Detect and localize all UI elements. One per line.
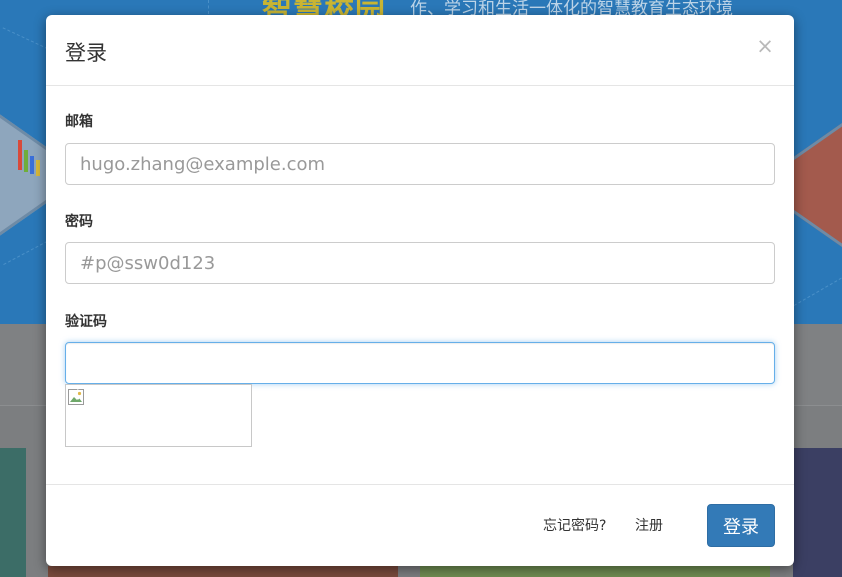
captcha-input[interactable]	[65, 342, 775, 384]
email-label: 邮箱	[65, 114, 93, 130]
password-label: 密码	[65, 214, 93, 230]
email-input[interactable]	[65, 143, 775, 185]
password-input[interactable]	[65, 242, 775, 284]
forgot-password-link[interactable]: 忘记密码?	[543, 515, 606, 535]
captcha-image[interactable]	[65, 384, 252, 447]
register-link[interactable]: 注册	[635, 515, 663, 535]
modal-header: 登录 ×	[46, 15, 794, 86]
modal-footer	[46, 484, 794, 566]
close-button[interactable]: ×	[752, 33, 778, 59]
login-modal: 登录 × 邮箱 密码 验证码 忘记密码? 注册 登录	[46, 15, 794, 566]
modal-title: 登录	[65, 41, 107, 65]
broken-image-icon	[68, 389, 84, 405]
login-button[interactable]: 登录	[707, 504, 775, 547]
captcha-label: 验证码	[65, 314, 107, 330]
